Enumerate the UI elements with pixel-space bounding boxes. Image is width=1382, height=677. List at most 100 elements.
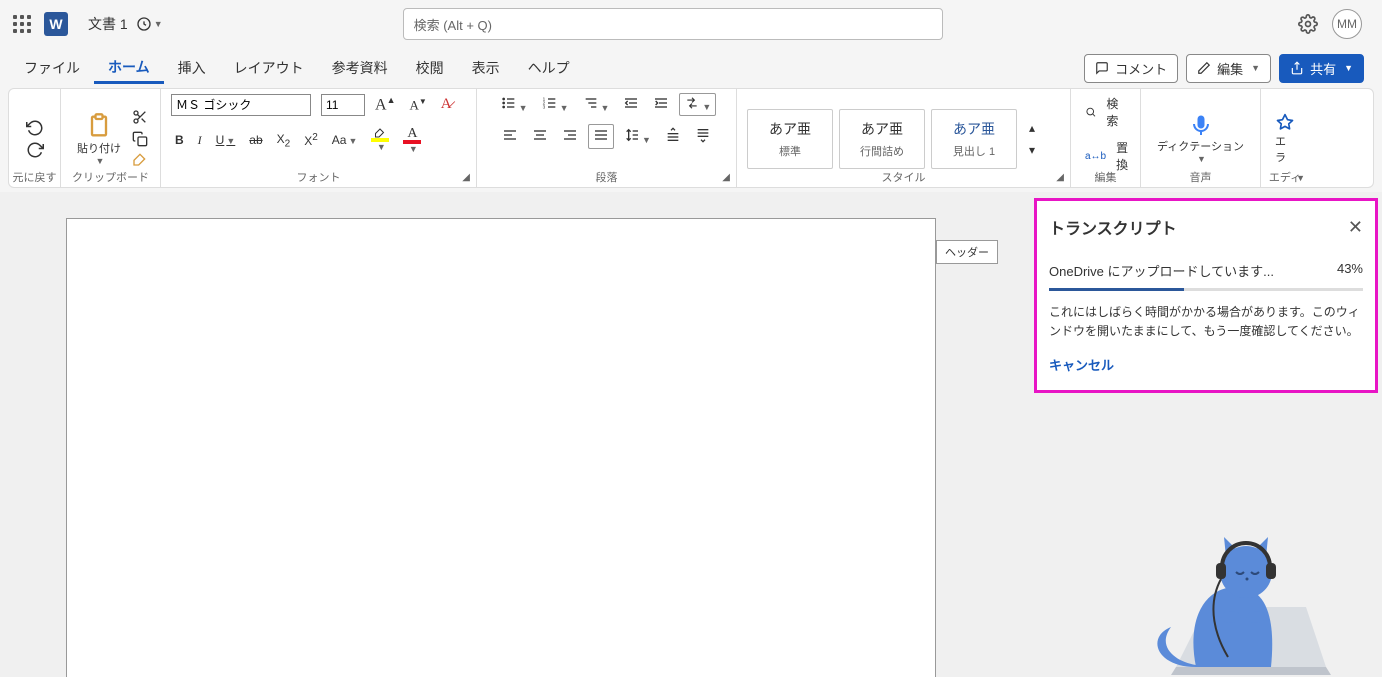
clear-formatting-button[interactable]: A̷	[437, 94, 456, 115]
avatar-initials: MM	[1337, 17, 1357, 31]
document-title[interactable]: 文書 1 ▼	[88, 14, 163, 34]
content-area: ヘッダー トランスクリプト ✕ OneDrive にアップロードしています...…	[0, 192, 1382, 677]
font-size-input[interactable]	[321, 94, 365, 116]
chevron-down-icon: ▼	[1251, 63, 1260, 73]
style-no-spacing[interactable]: あア亜 行間詰め	[839, 109, 925, 169]
settings-button[interactable]	[1298, 14, 1318, 34]
chevron-down-icon: ▼	[96, 156, 105, 166]
cut-button[interactable]	[131, 108, 149, 126]
copy-button[interactable]	[131, 130, 149, 148]
editor-icon	[1275, 113, 1295, 133]
app-launcher[interactable]	[8, 10, 36, 38]
editor-button[interactable]: エラ	[1269, 111, 1301, 167]
subscript-button[interactable]: X2	[273, 130, 295, 151]
redo-button[interactable]	[26, 141, 44, 159]
underline-button[interactable]: U▼	[212, 131, 240, 149]
tab-view[interactable]: 表示	[458, 54, 514, 82]
document-page[interactable]	[66, 218, 936, 677]
upload-status-text: OneDrive にアップロードしています...	[1049, 261, 1274, 280]
group-label: フォント	[161, 169, 476, 185]
overflow-chevron-icon[interactable]: ▼	[1296, 173, 1305, 183]
style-sample: あア亜	[861, 119, 903, 139]
search-icon	[1085, 105, 1096, 119]
tab-insert[interactable]: 挿入	[164, 54, 220, 82]
align-right-button[interactable]	[558, 125, 582, 148]
style-label: 標準	[779, 143, 801, 159]
bullet-list-button[interactable]: ▼	[497, 93, 532, 116]
group-styles: あア亜 標準 あア亜 行間詰め あア亜 見出し 1 ▴ ▾ スタイル ◢	[737, 89, 1071, 187]
comments-label: コメント	[1115, 59, 1167, 78]
close-panel-button[interactable]: ✕	[1348, 217, 1363, 238]
space-before-button[interactable]	[661, 125, 685, 148]
comments-button[interactable]: コメント	[1084, 54, 1178, 83]
group-voice: ディクテーション ▼ 音声	[1141, 89, 1261, 187]
document-scroll[interactable]: ヘッダー	[0, 192, 1030, 677]
menu-right: コメント 編集 ▼ 共有 ▼	[1084, 54, 1372, 83]
group-label: クリップボード	[61, 169, 160, 185]
title-bar: W 文書 1 ▼ 検索 (Alt + Q) MM	[0, 0, 1382, 48]
tab-review[interactable]: 校閲	[402, 54, 458, 82]
progress-bar	[1049, 288, 1363, 291]
progress-fill	[1049, 288, 1184, 291]
chevron-down-icon: ▼	[1197, 154, 1206, 164]
dialog-launcher-icon[interactable]: ◢	[722, 172, 730, 183]
undo-button[interactable]	[26, 119, 44, 137]
justify-button[interactable]	[588, 124, 614, 149]
bold-button[interactable]: B	[171, 131, 188, 149]
dialog-launcher-icon[interactable]: ◢	[1056, 172, 1064, 183]
group-undo: 元に戻す	[9, 89, 61, 187]
ribbon: 元に戻す 貼り付け ▼ クリップボード	[8, 88, 1374, 188]
styles-scroll-up[interactable]: ▴	[1025, 119, 1039, 137]
decrease-indent-button[interactable]	[619, 93, 643, 116]
line-spacing-button[interactable]: ▼	[620, 125, 655, 148]
change-case-button[interactable]: Aa▼	[328, 131, 362, 149]
dictation-button[interactable]: ディクテーション ▼	[1151, 112, 1250, 166]
tab-references[interactable]: 参考資料	[318, 54, 402, 82]
group-label: スタイル	[737, 169, 1070, 185]
group-label: 元に戻す	[9, 169, 60, 185]
tab-layout[interactable]: レイアウト	[220, 54, 318, 82]
styles-scroll-down[interactable]: ▾	[1025, 141, 1039, 159]
search-input[interactable]: 検索 (Alt + Q)	[403, 8, 943, 40]
tab-file[interactable]: ファイル	[10, 54, 94, 82]
group-label: 編集	[1071, 169, 1140, 185]
italic-button[interactable]: I	[194, 131, 206, 150]
decrease-font-button[interactable]: A▼	[405, 95, 430, 115]
style-normal[interactable]: あア亜 標準	[747, 109, 833, 169]
cancel-link[interactable]: キャンセル	[1049, 355, 1363, 374]
share-button[interactable]: 共有 ▼	[1279, 54, 1364, 83]
editing-button[interactable]: 編集 ▼	[1186, 54, 1271, 83]
font-name-input[interactable]	[171, 94, 311, 116]
highlight-button[interactable]: ▼	[367, 126, 393, 154]
search-placeholder: 検索 (Alt + Q)	[414, 15, 492, 34]
group-font: A▲ A▼ A̷ B I U▼ ab X2 X2 Aa▼ ▼ A▼ フォント ◢	[161, 89, 477, 187]
cat-laptop-illustration	[1076, 467, 1336, 677]
group-editing: 検索 a↔b 置換 編集	[1071, 89, 1141, 187]
multilevel-list-button[interactable]: ▼	[579, 93, 614, 116]
save-status-icon	[136, 16, 152, 32]
space-after-button[interactable]	[691, 125, 715, 148]
word-app-icon: W	[44, 12, 68, 36]
align-center-button[interactable]	[528, 125, 552, 148]
text-direction-button[interactable]: ▼	[679, 93, 716, 116]
style-heading1[interactable]: あア亜 見出し 1	[931, 109, 1017, 169]
strikethrough-button[interactable]: ab	[245, 131, 266, 149]
dialog-launcher-icon[interactable]: ◢	[462, 172, 470, 183]
paste-label: 貼り付け	[77, 140, 121, 156]
header-tag-label[interactable]: ヘッダー	[936, 240, 998, 264]
format-painter-button[interactable]	[131, 152, 149, 170]
transcript-panel: トランスクリプト ✕ OneDrive にアップロードしています... 43% …	[1030, 192, 1382, 677]
increase-font-button[interactable]: A▲	[371, 93, 399, 116]
find-button[interactable]: 検索	[1081, 93, 1130, 131]
account-avatar[interactable]: MM	[1332, 9, 1362, 39]
tab-help[interactable]: ヘルプ	[514, 54, 584, 82]
align-left-button[interactable]	[498, 125, 522, 148]
group-clipboard: 貼り付け ▼ クリップボード	[61, 89, 161, 187]
number-list-button[interactable]: 123▼	[538, 93, 573, 116]
increase-indent-button[interactable]	[649, 93, 673, 116]
paste-button[interactable]: 貼り付け ▼	[71, 110, 127, 168]
superscript-button[interactable]: X2	[300, 130, 322, 150]
tab-home[interactable]: ホーム	[94, 53, 164, 84]
font-color-button[interactable]: A▼	[399, 124, 425, 156]
clipboard-icon	[85, 112, 113, 140]
